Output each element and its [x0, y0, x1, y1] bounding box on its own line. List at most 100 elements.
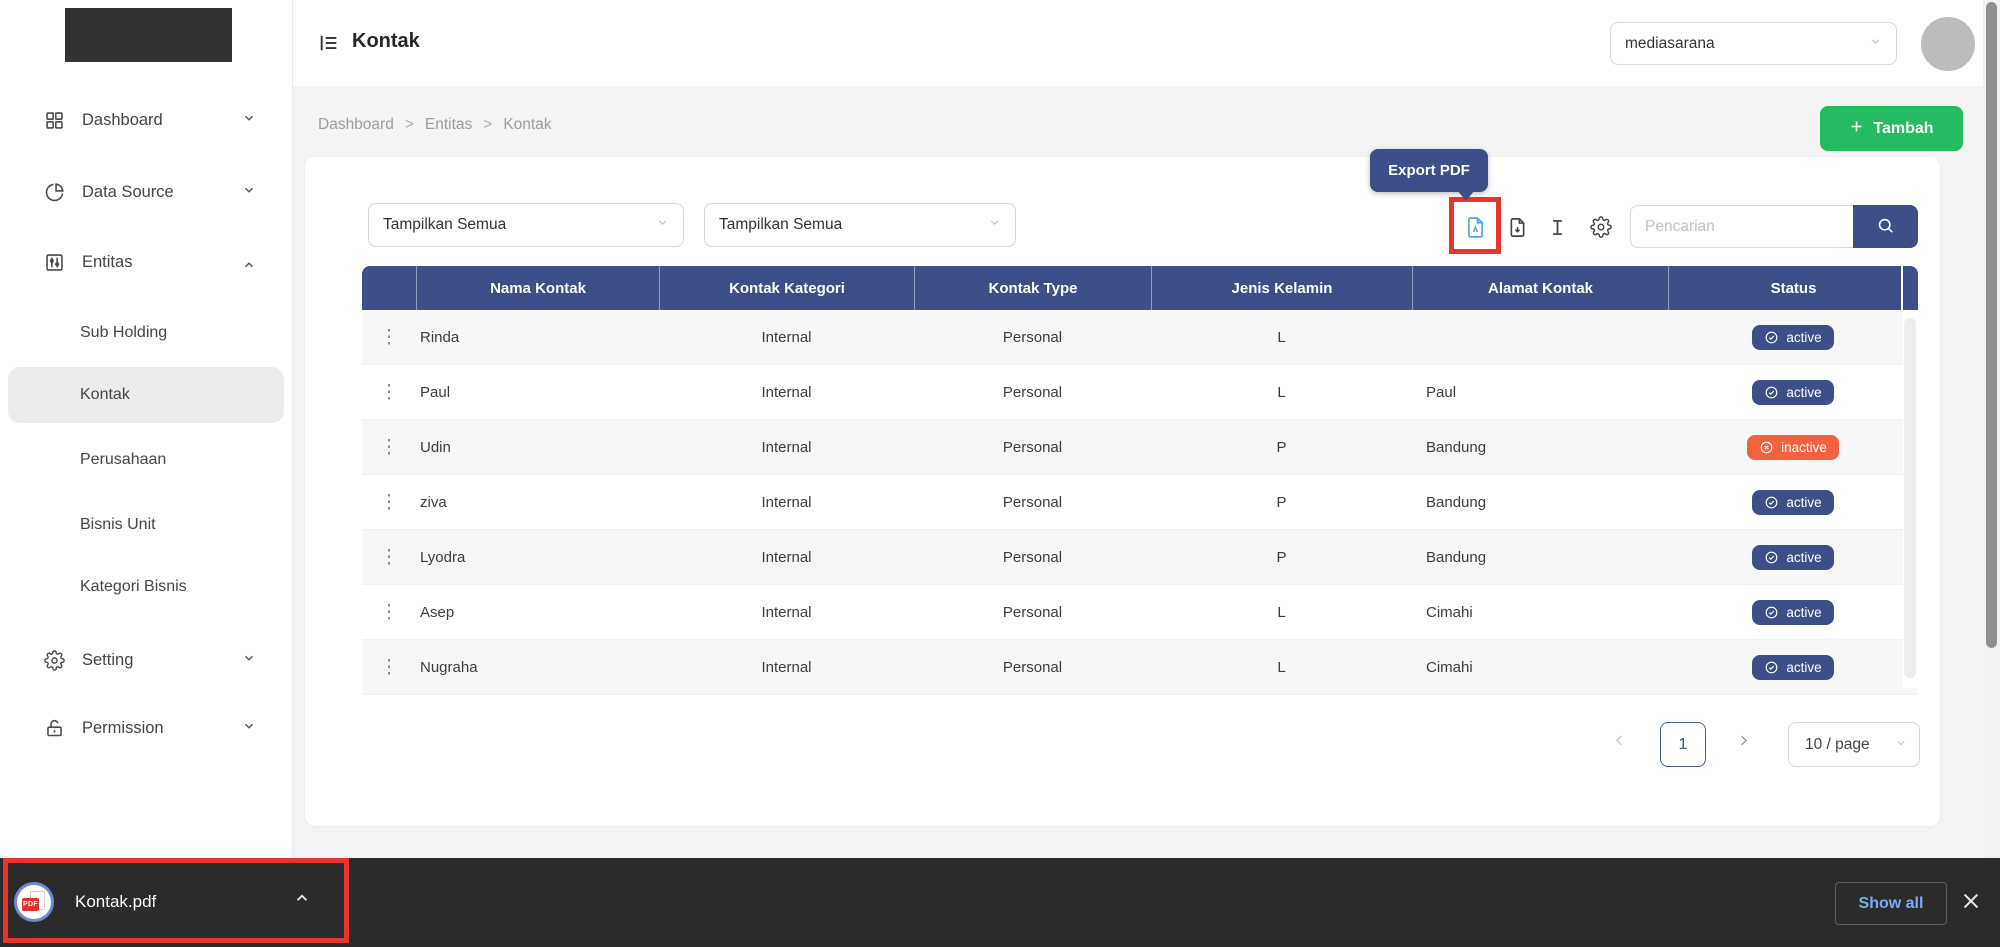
cell-kontak-kategori: Internal	[659, 475, 914, 530]
menu-fold-icon[interactable]	[318, 32, 340, 54]
cell-status: inactive	[1668, 420, 1918, 475]
status-badge: active	[1752, 490, 1833, 515]
table-row: ⋮LyodraInternalPersonalPBandungactive	[362, 530, 1918, 585]
filter-select-1-value: Tampilkan Semua	[383, 216, 506, 234]
row-kebab-menu-icon[interactable]: ⋮	[380, 658, 399, 677]
export-pdf-icon[interactable]	[1460, 212, 1490, 242]
cell-actions: ⋮	[362, 585, 416, 640]
cell-actions: ⋮	[362, 530, 416, 585]
sidebar-item-entitas[interactable]: Entitas	[0, 244, 292, 280]
breadcrumb-item-entitas[interactable]: Entitas	[425, 116, 472, 134]
filter-select-2-value: Tampilkan Semua	[719, 216, 842, 234]
pagination-prev-icon[interactable]	[1612, 733, 1627, 753]
table-scrollbar-thumb[interactable]	[1904, 318, 1916, 678]
search-input[interactable]	[1630, 205, 1853, 248]
chevron-down-icon	[1895, 736, 1907, 754]
sliders-icon	[44, 252, 65, 273]
page-scrollbar-thumb[interactable]	[1986, 2, 1997, 648]
sidebar-item-perusahaan[interactable]: Perusahaan	[0, 442, 292, 478]
pdf-file-icon: PDF	[14, 882, 54, 922]
pagination-next-icon[interactable]	[1736, 733, 1751, 753]
plus-icon	[1849, 119, 1864, 139]
chevron-down-icon	[242, 111, 256, 130]
cell-status: active	[1668, 475, 1918, 530]
column-header-nama-kontak: Nama Kontak	[416, 266, 659, 310]
cell-jenis-kelamin: L	[1151, 310, 1412, 365]
row-kebab-menu-icon[interactable]: ⋮	[380, 603, 399, 622]
table-row: ⋮UdinInternalPersonalPBandunginactive	[362, 420, 1918, 475]
cell-alamat-kontak	[1412, 310, 1668, 365]
sidebar-item-sub-holding[interactable]: Sub Holding	[0, 315, 292, 351]
status-badge: active	[1752, 545, 1833, 570]
filter-select-2[interactable]: Tampilkan Semua	[704, 203, 1016, 247]
cell-alamat-kontak: Cimahi	[1412, 640, 1668, 695]
export-file-icon[interactable]	[1502, 212, 1532, 242]
cell-kontak-kategori: Internal	[659, 585, 914, 640]
text-height-icon[interactable]	[1542, 212, 1572, 242]
chevron-down-icon	[988, 216, 1001, 234]
app-window: Dashboard Data Source Entitas Sub Holdin…	[0, 0, 2000, 947]
cell-nama-kontak: Paul	[416, 365, 659, 420]
sidebar-item-kontak[interactable]: Kontak	[0, 377, 292, 413]
sidebar-item-data-source[interactable]: Data Source	[0, 174, 292, 210]
status-badge: inactive	[1747, 435, 1839, 460]
table-settings-icon[interactable]	[1586, 212, 1616, 242]
cell-kontak-kategori: Internal	[659, 420, 914, 475]
cell-alamat-kontak: Bandung	[1412, 530, 1668, 585]
table-row: ⋮AsepInternalPersonalLCimahiactive	[362, 585, 1918, 640]
column-header-alamat-kontak: Alamat Kontak	[1412, 266, 1668, 310]
close-downloads-bar-icon[interactable]	[1960, 890, 1982, 912]
sidebar-item-label: Data Source	[82, 183, 174, 202]
table-row: ⋮PaulInternalPersonalLPaulactive	[362, 365, 1918, 420]
sidebar-item-bisnis-unit[interactable]: Bisnis Unit	[0, 507, 292, 543]
search-button[interactable]	[1853, 205, 1918, 248]
filter-select-1[interactable]: Tampilkan Semua	[368, 203, 684, 247]
row-kebab-menu-icon[interactable]: ⋮	[380, 438, 399, 457]
table-row: ⋮zivaInternalPersonalPBandungactive	[362, 475, 1918, 530]
row-kebab-menu-icon[interactable]: ⋮	[380, 493, 399, 512]
table-body: ⋮RindaInternalPersonalLactive⋮PaulIntern…	[362, 310, 1918, 695]
show-all-downloads-button[interactable]: Show all	[1835, 882, 1947, 925]
sidebar-item-setting[interactable]: Setting	[0, 642, 292, 678]
sidebar: Dashboard Data Source Entitas Sub Holdin…	[0, 0, 293, 858]
row-kebab-menu-icon[interactable]: ⋮	[380, 328, 399, 347]
breadcrumb-item-dashboard[interactable]: Dashboard	[318, 116, 394, 134]
cell-kontak-type: Personal	[914, 475, 1151, 530]
page-size-value: 10 / page	[1805, 736, 1870, 754]
pagination-page-size-select[interactable]: 10 / page	[1788, 722, 1920, 767]
cell-actions: ⋮	[362, 365, 416, 420]
row-kebab-menu-icon[interactable]: ⋮	[380, 548, 399, 567]
user-avatar[interactable]	[1921, 17, 1975, 71]
column-header-actions	[362, 266, 416, 310]
pagination-page-1[interactable]: 1	[1660, 722, 1706, 767]
status-badge: active	[1752, 325, 1833, 350]
download-file-name: Kontak.pdf	[75, 892, 156, 912]
page-title: Kontak	[352, 30, 420, 53]
cell-alamat-kontak: Bandung	[1412, 475, 1668, 530]
download-item[interactable]: PDF Kontak.pdf	[14, 876, 156, 928]
page-scrollbar[interactable]	[1983, 0, 2000, 858]
chevron-down-icon	[242, 651, 256, 670]
cell-kontak-kategori: Internal	[659, 365, 914, 420]
breadcrumb: Dashboard > Entitas > Kontak	[318, 113, 552, 137]
sidebar-item-label: Dashboard	[82, 111, 163, 130]
cell-nama-kontak: Nugraha	[416, 640, 659, 695]
download-item-chevron-up-icon[interactable]	[293, 889, 311, 912]
sidebar-item-kategori-bisnis[interactable]: Kategori Bisnis	[0, 569, 292, 605]
chevron-up-icon	[242, 253, 256, 272]
row-kebab-menu-icon[interactable]: ⋮	[380, 383, 399, 402]
cell-status: active	[1668, 585, 1918, 640]
cell-jenis-kelamin: P	[1151, 420, 1412, 475]
add-button[interactable]: Tambah	[1820, 106, 1963, 151]
sidebar-item-permission[interactable]: Permission	[0, 710, 292, 746]
table-row: ⋮RindaInternalPersonalLactive	[362, 310, 1918, 365]
column-header-status: Status	[1668, 266, 1918, 310]
cell-jenis-kelamin: P	[1151, 475, 1412, 530]
breadcrumb-separator: >	[472, 116, 503, 134]
workspace-select-value: mediasarana	[1625, 35, 1715, 53]
gear-icon	[44, 650, 65, 671]
cell-kontak-type: Personal	[914, 420, 1151, 475]
dashboard-grid-icon	[44, 110, 65, 131]
workspace-select[interactable]: mediasarana	[1610, 22, 1897, 65]
sidebar-item-dashboard[interactable]: Dashboard	[0, 102, 292, 138]
